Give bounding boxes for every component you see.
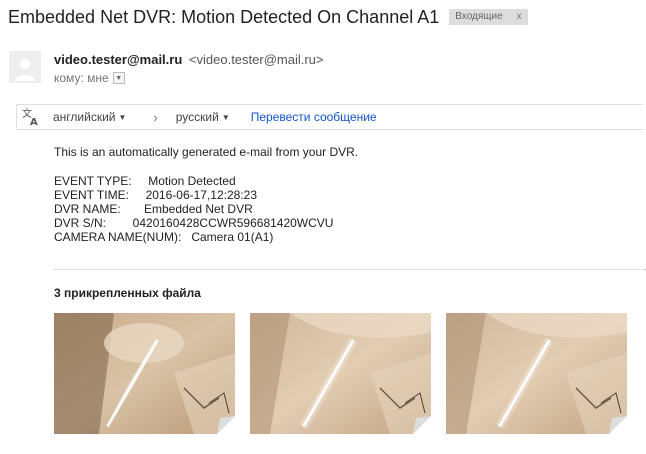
event-time-line: EVENT TIME: 2016-06-17,12:28:23	[54, 188, 258, 202]
camera-snapshot-image	[446, 313, 627, 434]
inbox-label-text: Входящие	[455, 11, 503, 22]
recipient-text: кому: мне	[54, 71, 109, 85]
translate-bar: 文 A английский ▼ › русский ▼ Перевести с…	[16, 104, 643, 130]
subject-row: Embedded Net DVR: Motion Detected On Cha…	[8, 4, 528, 30]
attachments-title: 3 прикрепленных файла	[54, 286, 201, 300]
email-subject: Embedded Net DVR: Motion Detected On Cha…	[8, 6, 440, 27]
camera-snapshot-image	[250, 313, 431, 434]
body-intro: This is an automatically generated e-mai…	[54, 145, 359, 159]
attachment-thumbnail-1[interactable]	[54, 313, 235, 434]
translate-message-link[interactable]: Перевести сообщение	[251, 110, 377, 124]
camera-snapshot-image	[54, 313, 235, 434]
attachment-thumbnail-3[interactable]	[446, 313, 627, 434]
sender-row: video.tester@mail.ru <video.tester@mail.…	[54, 52, 324, 67]
sender-avatar[interactable]	[9, 51, 41, 83]
inbox-label-chip[interactable]: Входящие x	[449, 9, 528, 25]
chevron-down-icon: ▼	[115, 74, 123, 82]
camera-name-line: CAMERA NAME(NUM): Camera 01(A1)	[54, 230, 274, 244]
dvr-name-line: DVR NAME: Embedded Net DVR	[54, 202, 253, 216]
event-type-line: EVENT TYPE: Motion Detected	[54, 174, 236, 188]
source-language-label: английский	[53, 110, 116, 124]
caret-down-icon: ▼	[221, 112, 230, 122]
svg-text:A: A	[30, 117, 38, 127]
remove-label-icon[interactable]: x	[517, 9, 522, 25]
target-language-label: русский	[175, 110, 219, 124]
source-language-dropdown[interactable]: английский ▼	[53, 110, 126, 124]
recipient-row: кому: мне ▼	[54, 71, 125, 85]
chevron-right-icon: ›	[153, 109, 158, 125]
target-language-dropdown[interactable]: русский ▼	[176, 110, 230, 124]
translate-icon: 文 A	[21, 107, 41, 128]
sender-name[interactable]: video.tester@mail.ru	[54, 52, 182, 67]
attachment-thumbnail-2[interactable]	[250, 313, 431, 434]
dvr-serial-line: DVR S/N: 0420160428CCWR596681420WCVU	[54, 216, 334, 230]
sender-email: <video.tester@mail.ru>	[188, 52, 324, 67]
default-avatar-icon	[9, 51, 41, 83]
caret-down-icon: ▼	[118, 112, 127, 122]
recipient-details-dropdown[interactable]: ▼	[112, 72, 125, 84]
attachments-divider	[54, 269, 646, 270]
